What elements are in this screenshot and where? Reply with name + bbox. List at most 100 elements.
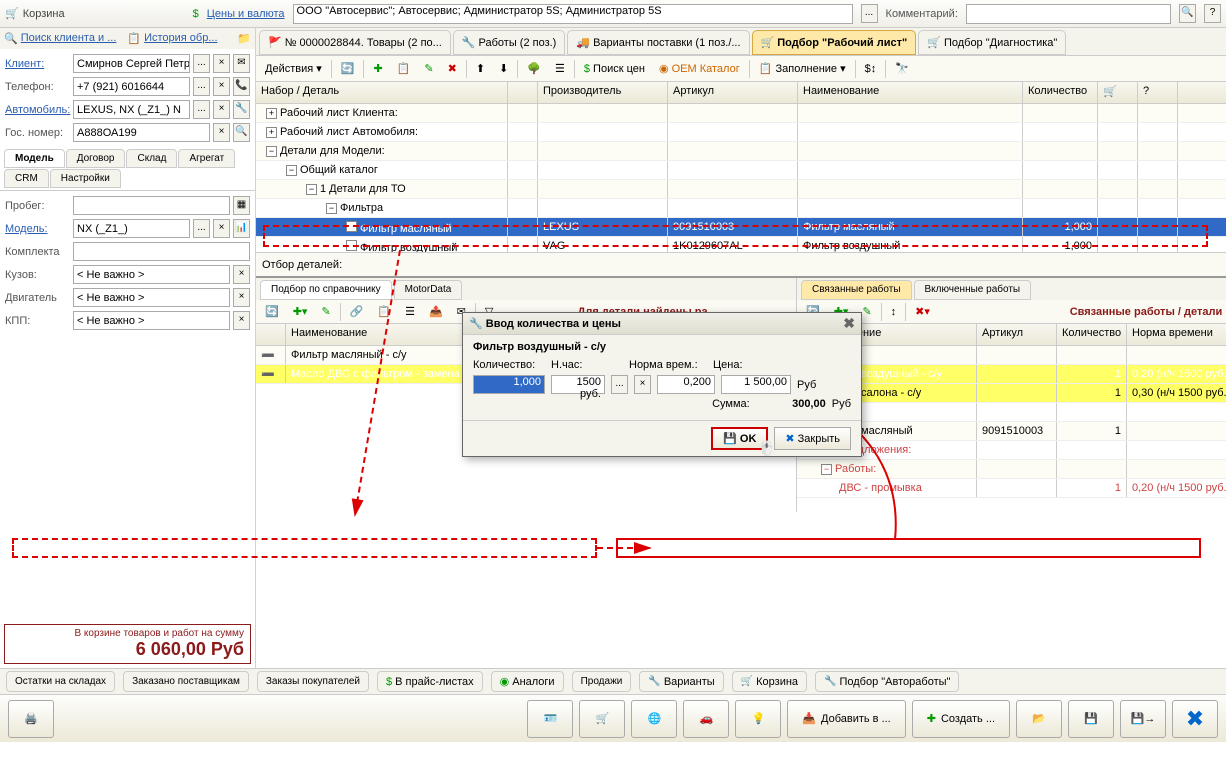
- grid-row[interactable]: −Фильтра: [256, 199, 1226, 218]
- kpp-clear[interactable]: ×: [233, 311, 250, 330]
- dvig-field[interactable]: < Не важно >: [73, 288, 230, 307]
- phone-field[interactable]: +7 (921) 6016644: [73, 77, 190, 96]
- gos-clear[interactable]: ×: [213, 123, 230, 142]
- tab-works[interactable]: 🔧Работы (2 поз.): [453, 30, 566, 55]
- price-tool-icon[interactable]: $↕: [860, 61, 882, 77]
- related-row[interactable]: ДВС - промывка10,20 (н/ч 1500 руб.)300,0…: [797, 479, 1226, 498]
- ftab-stock[interactable]: Остатки на складах: [6, 671, 115, 692]
- norm-input[interactable]: 0,200: [657, 375, 715, 394]
- col-blank[interactable]: [508, 82, 538, 103]
- list-icon[interactable]: ☰: [550, 60, 570, 77]
- copy-icon[interactable]: 📋: [372, 303, 396, 320]
- col-art[interactable]: Артикул: [668, 82, 798, 103]
- refresh-icon[interactable]: 🔄: [336, 60, 360, 77]
- add-button[interactable]: 📥 Добавить в ...: [787, 700, 905, 738]
- tab-agregat[interactable]: Агрегат: [178, 149, 235, 168]
- folder-icon[interactable]: 📁: [237, 32, 251, 45]
- tab-variants[interactable]: 🚚Варианты поставки (1 поз./...: [567, 30, 749, 55]
- create-button[interactable]: ✚ Создать ...: [912, 700, 1010, 738]
- oem-button[interactable]: ◉ OEM Каталог: [654, 60, 745, 77]
- kuzov-clear[interactable]: ×: [233, 265, 250, 284]
- col-norm[interactable]: Норма времени: [1127, 324, 1226, 345]
- probeg-calc-icon[interactable]: ▦: [233, 196, 250, 215]
- refresh-icon[interactable]: 🔄: [260, 303, 284, 320]
- add-icon[interactable]: ✚: [368, 60, 387, 77]
- org-field[interactable]: ООО "Автосервис"; Автосервис; Администра…: [293, 4, 853, 24]
- grid-row[interactable]: +Рабочий лист Автомобиля:: [256, 123, 1226, 142]
- car-button[interactable]: 🚗: [683, 700, 729, 738]
- move-down-icon[interactable]: ⬇: [494, 60, 513, 77]
- ftab-price[interactable]: $ В прайс-листах: [377, 671, 483, 692]
- move-up-icon[interactable]: ⬆: [471, 60, 490, 77]
- client-label[interactable]: Клиент:: [5, 58, 70, 70]
- org-more-button[interactable]: ...: [861, 4, 878, 23]
- help-button[interactable]: ?: [1204, 4, 1221, 23]
- delete-icon[interactable]: ✖: [443, 60, 462, 77]
- auto-field[interactable]: LEXUS, NX (_Z1_) N: [73, 100, 190, 119]
- col-qty[interactable]: Количество: [1023, 82, 1098, 103]
- related-row[interactable]: −Работы:: [797, 460, 1226, 479]
- model-field[interactable]: NX (_Z1_): [73, 219, 190, 238]
- save-button[interactable]: 💾: [1068, 700, 1114, 738]
- phone-clear[interactable]: ×: [213, 77, 230, 96]
- delete-icon[interactable]: ✖▾: [910, 303, 935, 320]
- model-more[interactable]: ...: [193, 219, 210, 238]
- grid-row[interactable]: −Детали для Модели:: [256, 142, 1226, 161]
- client-mail-icon[interactable]: ✉: [233, 54, 250, 73]
- client-field[interactable]: Смирнов Сергей Петр: [73, 54, 190, 73]
- idea-button[interactable]: 💡: [735, 700, 781, 738]
- komplekta-field[interactable]: [73, 242, 250, 261]
- model-chart-icon[interactable]: 📊: [233, 219, 250, 238]
- phone-more[interactable]: ...: [193, 77, 210, 96]
- tab-worksheet[interactable]: 🛒Подбор "Рабочий лист": [752, 30, 917, 55]
- link-icon[interactable]: 🔗: [345, 303, 369, 320]
- binoculars-icon[interactable]: 🔭: [890, 60, 914, 77]
- col-ic1[interactable]: 🛒: [1098, 82, 1138, 103]
- ftab-ordered[interactable]: Заказано поставщикам: [123, 671, 249, 692]
- price-input[interactable]: 1 500,00: [721, 375, 791, 394]
- comment-input[interactable]: [966, 4, 1171, 24]
- grid-row[interactable]: −1 Детали для ТО: [256, 180, 1226, 199]
- history-link[interactable]: История обр...: [144, 32, 217, 45]
- close-button[interactable]: ✖ Закрыть: [774, 427, 851, 450]
- probeg-field[interactable]: [73, 196, 230, 215]
- globe-button[interactable]: 🌐: [631, 700, 677, 738]
- auto-more[interactable]: ...: [193, 100, 210, 119]
- col-ic2[interactable]: ?: [1138, 82, 1178, 103]
- grid-row[interactable]: Фильтр масляныйLEXUS9091510003Фильтр мас…: [256, 218, 1226, 237]
- col-name[interactable]: Наименование: [798, 82, 1023, 103]
- search-button[interactable]: 🔍: [1179, 4, 1196, 23]
- auto-action-icon[interactable]: 🔧: [233, 100, 250, 119]
- grid-row[interactable]: −Общий каталог: [256, 161, 1226, 180]
- ftab-autoworks[interactable]: 🔧 Подбор "Автоработы": [815, 671, 959, 692]
- tab-settings[interactable]: Настройки: [50, 169, 121, 188]
- grid-row[interactable]: Фильтр воздушныйVAG1K0129607ALФильтр воз…: [256, 237, 1226, 252]
- list-icon[interactable]: ☰: [400, 303, 420, 320]
- add-icon[interactable]: ✚▾: [288, 303, 313, 320]
- qty-input[interactable]: 1,000: [473, 375, 545, 394]
- tab-sklad[interactable]: Склад: [126, 149, 177, 168]
- tab-included[interactable]: Включенные работы: [914, 280, 1032, 300]
- tab-diag[interactable]: 🛒Подбор "Диагностика": [918, 30, 1066, 55]
- fill-button[interactable]: 📋 Заполнение ▾: [754, 60, 851, 77]
- client-clear[interactable]: ×: [213, 54, 230, 73]
- grid-row[interactable]: +Рабочий лист Клиента:: [256, 104, 1226, 123]
- model-label[interactable]: Модель:: [5, 223, 70, 235]
- close-button[interactable]: ✖: [1172, 700, 1218, 738]
- edit-icon[interactable]: ✎: [316, 303, 335, 320]
- ftab-analog[interactable]: ◉ Аналоги: [491, 671, 564, 692]
- col-set[interactable]: Набор / Деталь: [256, 82, 508, 103]
- currency-link[interactable]: Цены и валюта: [207, 8, 285, 20]
- cart-button[interactable]: 🛒: [579, 700, 625, 738]
- nch-more[interactable]: ...: [611, 375, 628, 394]
- nch-clear[interactable]: ×: [634, 375, 651, 394]
- tab-model[interactable]: Модель: [4, 149, 65, 168]
- ftab-buyer[interactable]: Заказы покупателей: [257, 671, 369, 692]
- col-qty[interactable]: Количество: [1057, 324, 1127, 345]
- nch-input[interactable]: 1500 руб.: [551, 375, 605, 394]
- client-search-link[interactable]: Поиск клиента и ...: [21, 32, 117, 45]
- model-clear[interactable]: ×: [213, 219, 230, 238]
- search-prices-button[interactable]: $ Поиск цен: [579, 61, 650, 77]
- tab-motordata[interactable]: MotorData: [394, 280, 463, 300]
- save-close-button[interactable]: 💾→: [1120, 700, 1166, 738]
